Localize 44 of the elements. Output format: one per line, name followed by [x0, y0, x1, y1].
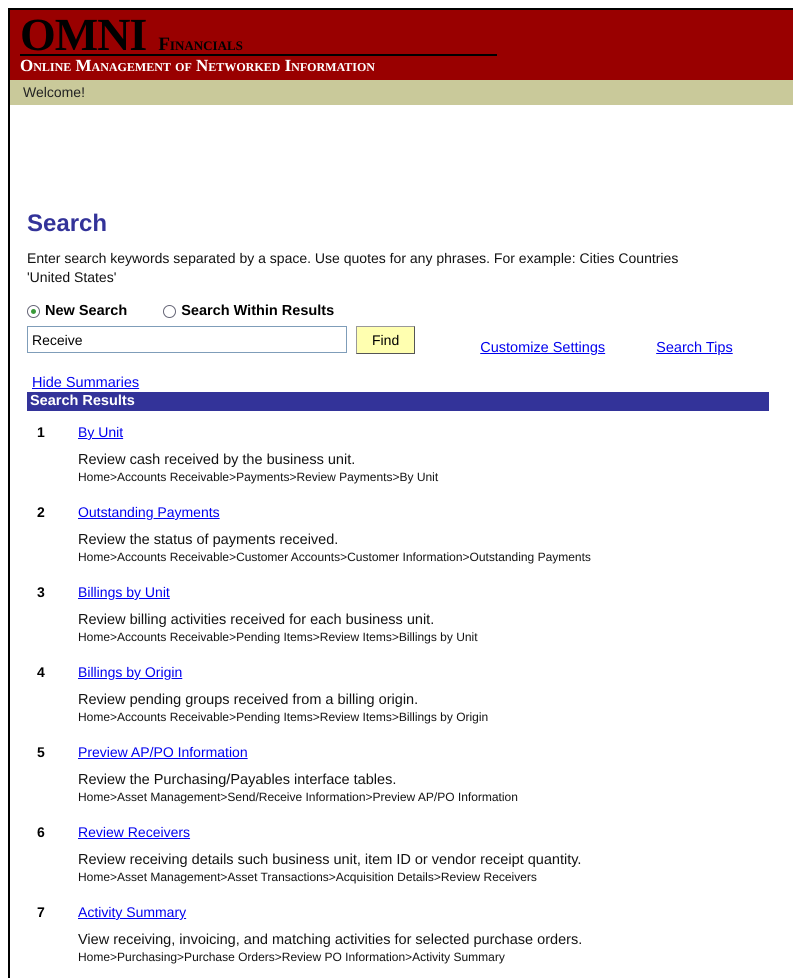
result-summary: Review the Purchasing/Payables interface tables. — [78, 771, 398, 789]
link[interactable]: Customize Settings — [480, 340, 606, 356]
result-link[interactable]: Review Receivers — [78, 824, 190, 840]
result-link[interactable]: Billings by Unit — [78, 584, 170, 600]
hide-summaries-link[interactable]: Hide Summaries — [32, 374, 140, 392]
result-number: 1 — [37, 424, 46, 440]
result-link[interactable]: Activity Summary — [78, 904, 186, 920]
link[interactable]: Search Tips — [656, 340, 733, 356]
breadcrumb-path: Home>Accounts Receivable>Customer Accounts>Customer Information>Outstanding Payments — [78, 549, 592, 566]
breadcrumb-path: Home>Accounts Receivable>Payments>Review Payments>By Unit — [78, 469, 440, 486]
welcome-text: Welcome! — [23, 84, 85, 100]
breadcrumb-path: Home>Accounts Receivable>Pending Items>Review Items>Billings by Origin — [78, 709, 490, 726]
result-link[interactable]: Billings by Origin — [78, 664, 182, 680]
page-title: Search — [27, 209, 108, 239]
result-number: 7 — [37, 904, 46, 920]
results-header-text: Search Results — [30, 393, 135, 409]
breadcrumb-path: Home>Asset Management>Send/Receive Information>Preview AP/PO Information — [78, 789, 519, 806]
find-button[interactable]: Find — [356, 326, 416, 354]
result-link[interactable]: Preview AP/PO Information — [78, 744, 248, 760]
result-summary: Review the status of payments received. — [78, 531, 340, 549]
result-number: 2 — [37, 504, 46, 520]
result-summary: Review cash received by the business unit. — [78, 451, 356, 469]
result-summary: Review pending groups received from a billing origin. — [78, 691, 420, 709]
radio-label: Search Within Results — [181, 303, 334, 319]
radio-button[interactable] — [163, 304, 176, 318]
result-number: 3 — [37, 584, 46, 600]
radio-button[interactable] — [27, 304, 40, 318]
result-summary: View receiving, invoicing, and matching activities for selected purchase orders. — [78, 931, 584, 949]
result-link[interactable]: Outstanding Payments — [78, 504, 220, 520]
breadcrumb-path: Home>Purchasing>Purchase Orders>Review PO Information>Activity Summary — [78, 949, 506, 966]
logo-text: OMNI — [20, 16, 146, 54]
instructions-text: Enter search keywords separated by a space. Use quotes for any phrases. For example: Cities Countries 'United States' — [27, 249, 680, 287]
result-number: 4 — [37, 664, 46, 680]
result-number: 5 — [37, 744, 46, 760]
search-field[interactable]: Receive — [27, 326, 347, 353]
breadcrumb-path: Home>Accounts Receivable>Pending Items>Review Items>Billings by Unit — [78, 629, 479, 646]
tagline: Online Management of Networked Information — [20, 56, 376, 76]
logo-subtitle: Financials — [158, 34, 243, 56]
result-number: 6 — [37, 824, 46, 840]
radio-label: New Search — [45, 303, 128, 319]
breadcrumb-path: Home>Asset Management>Asset Transactions>Acquisition Details>Review Receivers — [78, 869, 538, 886]
result-summary: Review receiving details such business unit, item ID or vendor receipt quantity. — [78, 851, 582, 869]
result-link[interactable]: By Unit — [78, 424, 124, 440]
result-summary: Review billing activities received for each business unit. — [78, 611, 436, 629]
